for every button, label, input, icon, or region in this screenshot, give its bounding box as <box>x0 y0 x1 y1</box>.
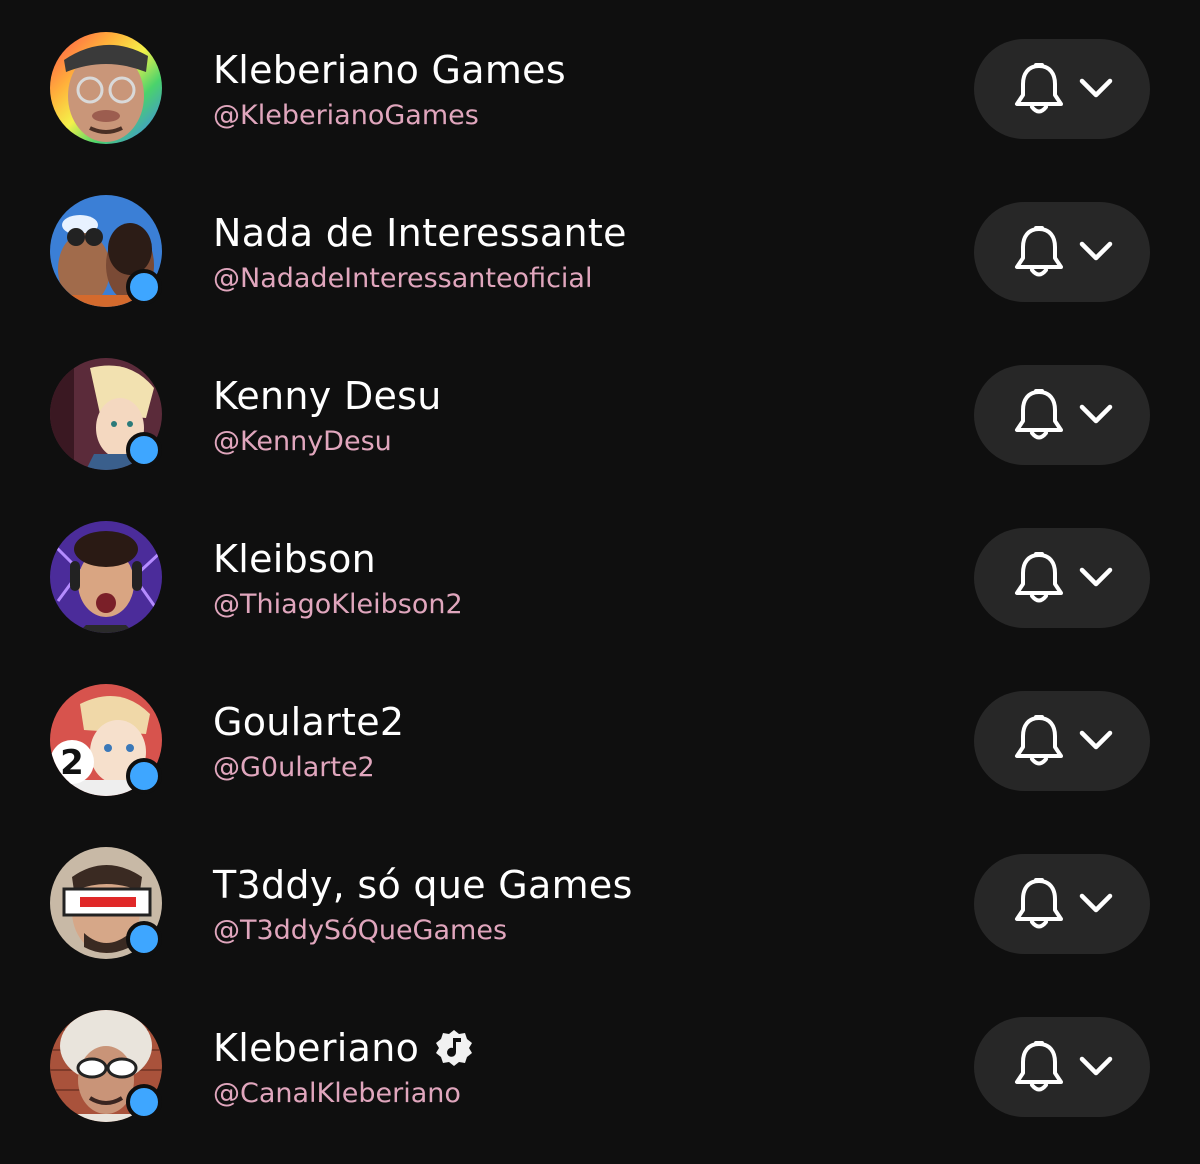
channel-name[interactable]: T3ddy, só que Games <box>213 861 633 909</box>
notification-settings-button[interactable] <box>974 1017 1150 1117</box>
notification-settings-button[interactable] <box>974 39 1150 139</box>
bell-icon <box>1015 226 1063 277</box>
channel-avatar[interactable] <box>50 32 162 144</box>
channel-name[interactable]: Nada de Interessante <box>213 209 627 257</box>
channel-avatar[interactable] <box>50 358 162 470</box>
notification-settings-button[interactable] <box>974 202 1150 302</box>
channel-name[interactable]: Kleibson <box>213 535 376 583</box>
chevron-down-icon <box>1079 1056 1113 1076</box>
new-content-dot <box>126 758 162 794</box>
channel-handle: @T3ddySóQueGames <box>213 915 508 946</box>
notification-settings-button[interactable] <box>974 365 1150 465</box>
channel-info[interactable]: T3ddy, só que Games @T3ddySóQueGames <box>213 861 633 950</box>
new-content-dot <box>126 269 162 305</box>
channel-name[interactable]: Goularte2 <box>213 698 404 746</box>
channel-row[interactable]: 2 Goularte2 @G0ularte2 <box>0 652 1200 815</box>
channel-name[interactable]: Kenny Desu <box>213 372 442 420</box>
chevron-down-icon <box>1079 893 1113 913</box>
channel-row[interactable]: Kleberiano @CanalKleberiano <box>0 978 1200 1141</box>
channel-handle: @KleberianoGames <box>213 100 479 131</box>
channel-info[interactable]: Goularte2 @G0ularte2 <box>213 698 404 787</box>
channel-avatar[interactable]: 2 <box>50 684 162 796</box>
channel-row[interactable]: Nada de Interessante @NadadeInteressante… <box>0 163 1200 326</box>
bell-icon <box>1015 715 1063 766</box>
channel-info[interactable]: Nada de Interessante @NadadeInteressante… <box>213 209 627 298</box>
music-note-badge-icon <box>436 1030 473 1066</box>
channel-handle: @NadadeInteressanteoficial <box>213 263 593 294</box>
channel-row[interactable]: Kleberiano Games @KleberianoGames <box>0 0 1200 163</box>
bell-icon <box>1015 878 1063 929</box>
channel-handle: @KennyDesu <box>213 426 392 457</box>
channel-info[interactable]: Kleibson @ThiagoKleibson2 <box>213 535 463 624</box>
new-content-dot <box>126 432 162 468</box>
channel-avatar[interactable] <box>50 1010 162 1122</box>
channel-name[interactable]: Kleberiano Games <box>213 46 566 94</box>
channel-name[interactable]: Kleberiano <box>213 1024 419 1072</box>
new-content-dot <box>126 1084 162 1120</box>
channel-handle: @CanalKleberiano <box>213 1078 461 1109</box>
channel-row[interactable]: Kenny Desu @KennyDesu <box>0 326 1200 489</box>
chevron-down-icon <box>1079 78 1113 98</box>
chevron-down-icon <box>1079 730 1113 750</box>
svg-text:2: 2 <box>60 743 84 783</box>
bell-icon <box>1015 1041 1063 1092</box>
notification-settings-button[interactable] <box>974 854 1150 954</box>
subscriptions-list: Kleberiano Games @KleberianoGames Nada d… <box>0 0 1200 1164</box>
channel-handle: @G0ularte2 <box>213 752 375 783</box>
bell-icon <box>1015 552 1063 603</box>
channel-avatar[interactable] <box>50 521 162 633</box>
channel-avatar[interactable] <box>50 195 162 307</box>
notification-settings-button[interactable] <box>974 691 1150 791</box>
channel-handle: @ThiagoKleibson2 <box>213 589 463 620</box>
chevron-down-icon <box>1079 567 1113 587</box>
channel-info[interactable]: Kleberiano @CanalKleberiano <box>213 1024 473 1113</box>
bell-icon <box>1015 63 1063 114</box>
notification-settings-button[interactable] <box>974 528 1150 628</box>
bell-icon <box>1015 389 1063 440</box>
new-content-dot <box>126 921 162 957</box>
chevron-down-icon <box>1079 404 1113 424</box>
chevron-down-icon <box>1079 241 1113 261</box>
channel-info[interactable]: Kleberiano Games @KleberianoGames <box>213 46 566 135</box>
channel-avatar[interactable] <box>50 847 162 959</box>
channel-info[interactable]: Kenny Desu @KennyDesu <box>213 372 442 461</box>
channel-row[interactable]: Kleibson @ThiagoKleibson2 <box>0 489 1200 652</box>
channel-row[interactable]: T3ddy, só que Games @T3ddySóQueGames <box>0 815 1200 978</box>
